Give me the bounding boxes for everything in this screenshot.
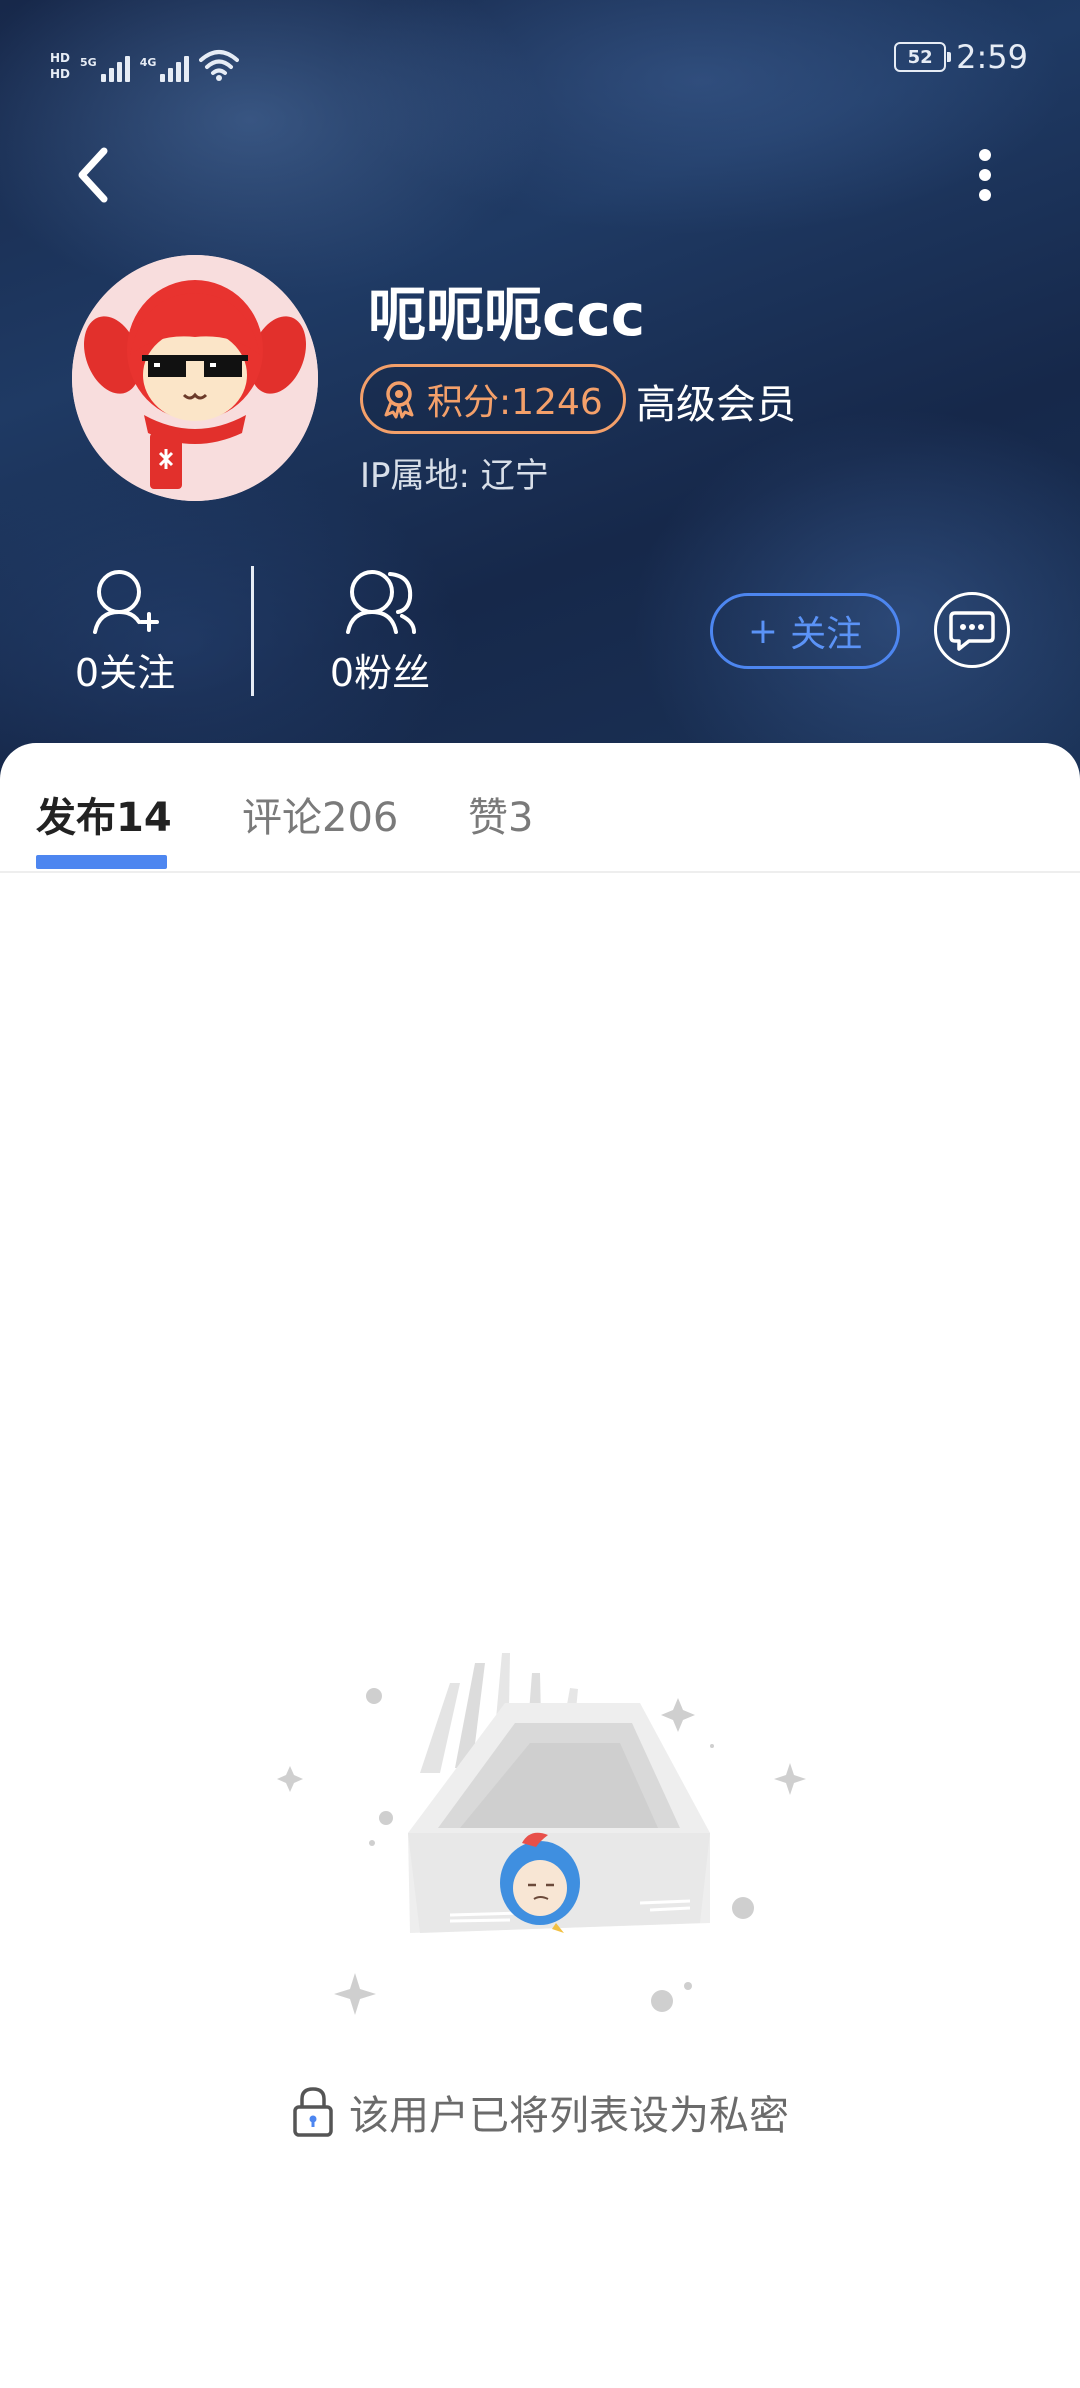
chat-bubble-icon: [949, 611, 995, 651]
back-button[interactable]: [62, 140, 122, 210]
active-tab-indicator: [36, 855, 167, 869]
more-button[interactable]: [960, 140, 1010, 210]
hd-tags: HD HD: [50, 50, 70, 82]
private-message: 该用户已将列表设为私密: [349, 2093, 789, 2139]
signal-icon: [100, 56, 130, 82]
status-bar: HD HD 5G 4G 52 2:59: [0, 0, 1080, 120]
profile-screen: HD HD 5G 4G 52 2:59 呃呃呃ccc 积分:1246 高级会员 …: [0, 0, 1080, 2388]
status-right: 52 2:59: [894, 38, 1028, 76]
tab-posts[interactable]: 发布14: [36, 785, 172, 843]
status-left: HD HD 5G 4G: [50, 36, 240, 82]
fans-stat[interactable]: 0粉丝: [300, 566, 460, 697]
plus-icon: +: [747, 610, 779, 652]
following-stat[interactable]: 0关注: [45, 566, 205, 697]
hd-tag-1: HD: [50, 51, 71, 65]
signal-icon: [160, 56, 190, 82]
sim1-network-label: 5G: [80, 56, 97, 69]
users-icon: [346, 570, 416, 634]
chevron-left-icon: [78, 147, 108, 203]
medal-icon: [384, 381, 414, 419]
fans-count: 0粉丝: [329, 651, 431, 695]
hd-tag-2: HD: [50, 67, 71, 81]
stats-divider: [251, 566, 254, 696]
status-time: 2:59: [956, 38, 1028, 76]
member-level: 高级会员: [636, 382, 796, 428]
message-button[interactable]: [934, 592, 1010, 668]
avatar[interactable]: [72, 255, 318, 501]
follow-button[interactable]: + 关注: [710, 593, 900, 669]
points-label: 积分:1246: [427, 382, 603, 423]
private-notice: 该用户已将列表设为私密: [0, 2083, 1080, 2141]
tab-comments[interactable]: 评论206: [242, 785, 398, 843]
battery-icon: 52: [894, 42, 952, 72]
user-add-icon: [93, 570, 159, 634]
following-count: 0关注: [74, 651, 176, 695]
sim1-signal: 5G: [80, 56, 130, 82]
ip-location: IP属地: 辽宁: [360, 456, 549, 496]
battery-level: 52: [907, 46, 933, 68]
empty-box-illustration: [277, 1653, 806, 2015]
tab-bar: 发布14 评论206 赞3: [0, 743, 1080, 873]
avatar-image: [72, 255, 318, 501]
sim2-network-label: 4G: [139, 56, 157, 69]
wifi-icon: [199, 50, 240, 81]
content-panel: 发布14 评论206 赞3 该用户已将列表设为私密: [0, 743, 1080, 2388]
follow-label: 关注: [790, 614, 863, 655]
username: 呃呃呃ccc: [368, 281, 646, 349]
points-badge[interactable]: 积分:1246: [360, 364, 626, 434]
sim2-signal: 4G: [140, 56, 190, 82]
more-vertical-icon: [979, 149, 991, 201]
lock-icon: [293, 2087, 333, 2137]
tab-likes[interactable]: 赞3: [468, 785, 533, 843]
